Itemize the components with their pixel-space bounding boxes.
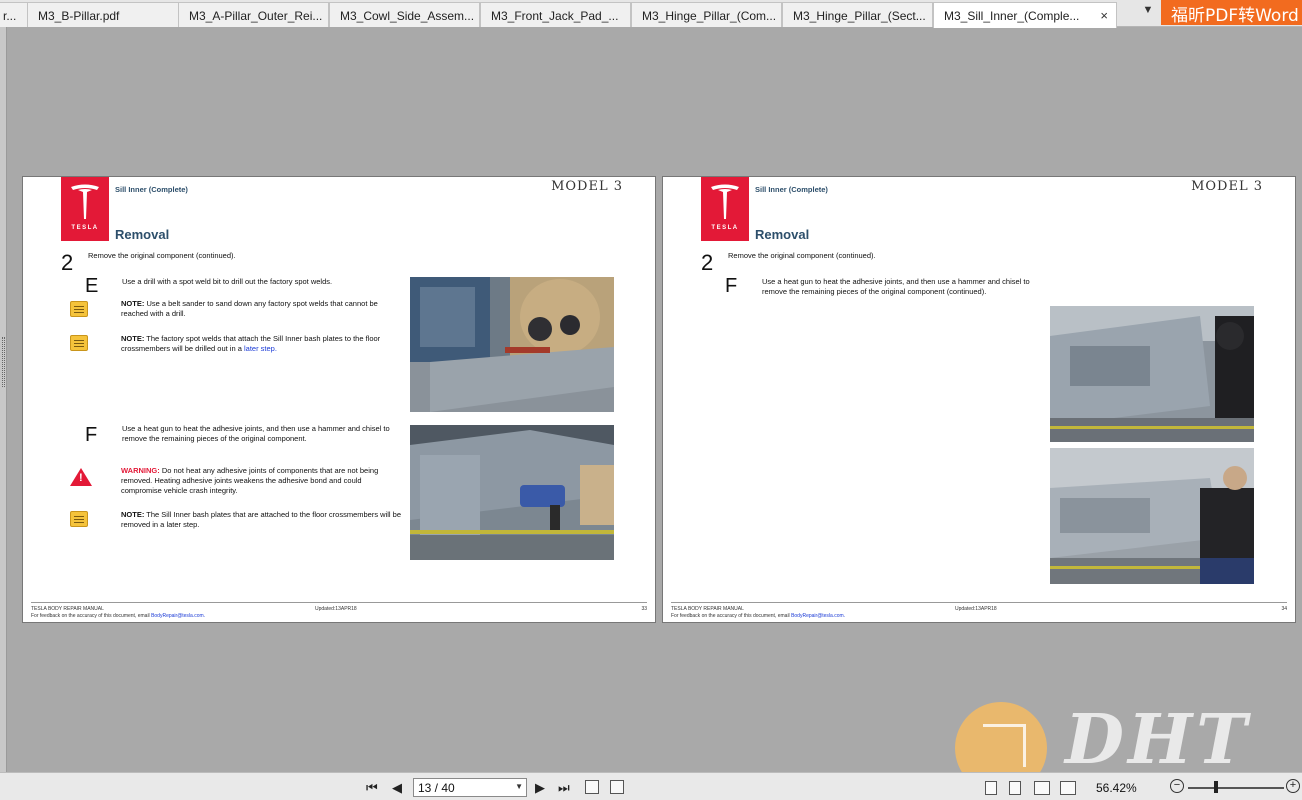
tesla-wordmark: TESLA (71, 225, 99, 231)
chevron-down-icon[interactable]: ▼ (515, 782, 523, 791)
section-title: Removal (115, 227, 170, 242)
footer-updated: Updated:13APR18 (955, 606, 997, 612)
pdf-page-33: TESLA Sill Inner (Complete) MODEL 3 Remo… (22, 176, 656, 623)
page-number-field[interactable]: 13 / 40 ▼ (413, 778, 527, 797)
feedback-email-link[interactable]: BodyRepair@tesla.com. (151, 613, 205, 619)
tab-front-jack-pad[interactable]: M3_Front_Jack_Pad_... (480, 2, 631, 27)
next-page-icon[interactable]: ▶ (535, 780, 545, 796)
tab-list-dropdown-icon[interactable]: ▼ (1138, 4, 1158, 22)
photo-image (410, 277, 614, 412)
footer-rule (671, 602, 1287, 603)
footer-feedback: For feedback on the accuracy of this doc… (31, 613, 206, 619)
photo-heat-gun (410, 425, 614, 560)
feedback-email-link[interactable]: BodyRepair@tesla.com. (791, 613, 845, 619)
substep-letter-f: F (85, 424, 98, 446)
model-3-mark: MODEL 3 (1191, 179, 1263, 194)
tab-label: M3_Sill_Inner_(Comple... (944, 9, 1080, 23)
warning-text: WARNING: Do not heat any adhesive joints… (121, 466, 379, 495)
photo-sill-removal-2 (1050, 448, 1254, 584)
page-header: Sill Inner (Complete) (755, 185, 828, 194)
note-2: NOTE: The factory spot welds that attach… (121, 334, 381, 353)
page-header: Sill Inner (Complete) (115, 185, 188, 194)
panel-grip-handle[interactable] (2, 337, 5, 387)
footer-manual: TESLA BODY REPAIR MANUAL (31, 606, 104, 612)
status-bar: ⏮ ◀ 13 / 40 ▼ ▶ ⏭ 56.42% − + (0, 772, 1302, 800)
pdf-page-34: TESLA Sill Inner (Complete) MODEL 3 Remo… (662, 176, 1296, 623)
tesla-logo: TESLA (701, 177, 749, 241)
photo-image (1050, 448, 1254, 584)
model-3-mark: MODEL 3 (551, 179, 623, 194)
substep-e-text: Use a drill with a spot weld bit to dril… (122, 277, 333, 286)
tab-hinge-pillar-complete[interactable]: M3_Hinge_Pillar_(Com... (631, 2, 782, 27)
footer-manual: TESLA BODY REPAIR MANUAL (671, 606, 744, 612)
tab-bar: r... M3_B-Pillar.pdf M3_A-Pillar_Outer_R… (0, 0, 1302, 28)
last-page-icon[interactable]: ⏭ (558, 780, 570, 796)
step-text: Remove the original component (continued… (728, 251, 876, 260)
footer-feedback: For feedback on the accuracy of this doc… (671, 613, 846, 619)
first-page-icon[interactable]: ⏮ (366, 780, 378, 796)
tab-label: M3_Hinge_Pillar_(Com... (642, 9, 777, 23)
substep-letter-f: F (725, 275, 738, 297)
previous-page-icon[interactable]: ◀ (392, 780, 402, 796)
previous-view-icon[interactable] (585, 780, 599, 794)
tab-sill-inner[interactable]: M3_Sill_Inner_(Comple... × (933, 2, 1117, 28)
zoom-level[interactable]: 56.42% (1096, 781, 1137, 795)
tab-cowl-side[interactable]: M3_Cowl_Side_Assem... (329, 2, 480, 27)
continuous-facing-icon[interactable] (1060, 781, 1076, 795)
tab-b-pillar[interactable]: M3_B-Pillar.pdf (27, 2, 179, 27)
page-number-value: 13 / 40 (418, 781, 455, 795)
side-panel-collapsed[interactable] (0, 27, 7, 772)
later-step-link[interactable]: later step. (244, 344, 277, 353)
warning-icon (70, 468, 92, 486)
tesla-t-icon (71, 184, 99, 219)
step-text: Remove the original component (continued… (88, 251, 236, 260)
zoom-out-icon[interactable]: − (1170, 779, 1184, 793)
tab-hinge-pillar-section[interactable]: M3_Hinge_Pillar_(Sect... (782, 2, 933, 27)
page-number: 34 (1281, 606, 1287, 612)
photo-drilling-spot-welds (410, 277, 614, 412)
page-number: 33 (641, 606, 647, 612)
continuous-page-icon[interactable] (1009, 781, 1021, 795)
substep-letter-e: E (85, 275, 99, 297)
tab-label: r... (3, 9, 17, 23)
single-page-icon[interactable] (985, 781, 997, 795)
note-icon (70, 301, 88, 317)
tab-label: M3_Front_Jack_Pad_... (491, 9, 619, 23)
section-title: Removal (755, 227, 810, 242)
watermark-text: DHT (1065, 700, 1251, 780)
step-number: 2 (61, 250, 74, 275)
tesla-wordmark: TESLA (711, 225, 739, 231)
tab-label: M3_A-Pillar_Outer_Rei... (189, 9, 323, 23)
photo-sill-removal-1 (1050, 306, 1254, 442)
tesla-t-icon (711, 184, 739, 219)
footer-rule (31, 602, 647, 603)
note-1: NOTE: Use a belt sander to sand down any… (121, 299, 378, 318)
facing-pages-icon[interactable] (1034, 781, 1050, 795)
zoom-slider-thumb[interactable] (1214, 781, 1218, 793)
note-icon (70, 511, 88, 527)
tesla-logo: TESLA (61, 177, 109, 241)
note-3: NOTE: The Sill Inner bash plates that ar… (121, 510, 402, 529)
substep-f-text: Use a heat gun to heat the adhesive join… (762, 277, 1030, 296)
tab-label: M3_Hinge_Pillar_(Sect... (793, 9, 926, 23)
brand-banner[interactable]: 福昕PDF转Word (1161, 0, 1302, 25)
zoom-slider[interactable] (1188, 787, 1284, 789)
tab-label: M3_B-Pillar.pdf (38, 9, 120, 23)
note-icon (70, 335, 88, 351)
next-view-icon[interactable] (610, 780, 624, 794)
photo-image (1050, 306, 1254, 442)
tab-label: M3_Cowl_Side_Assem... (340, 9, 475, 23)
tab-a-pillar-outer[interactable]: M3_A-Pillar_Outer_Rei... (178, 2, 329, 27)
zoom-in-icon[interactable]: + (1286, 779, 1300, 793)
tab-0[interactable]: r... (0, 2, 28, 27)
photo-image (410, 425, 614, 560)
step-number: 2 (701, 250, 714, 275)
substep-f-text: Use a heat gun to heat the adhesive join… (122, 424, 390, 443)
close-icon[interactable]: × (1100, 8, 1108, 23)
footer-updated: Updated:13APR18 (315, 606, 357, 612)
